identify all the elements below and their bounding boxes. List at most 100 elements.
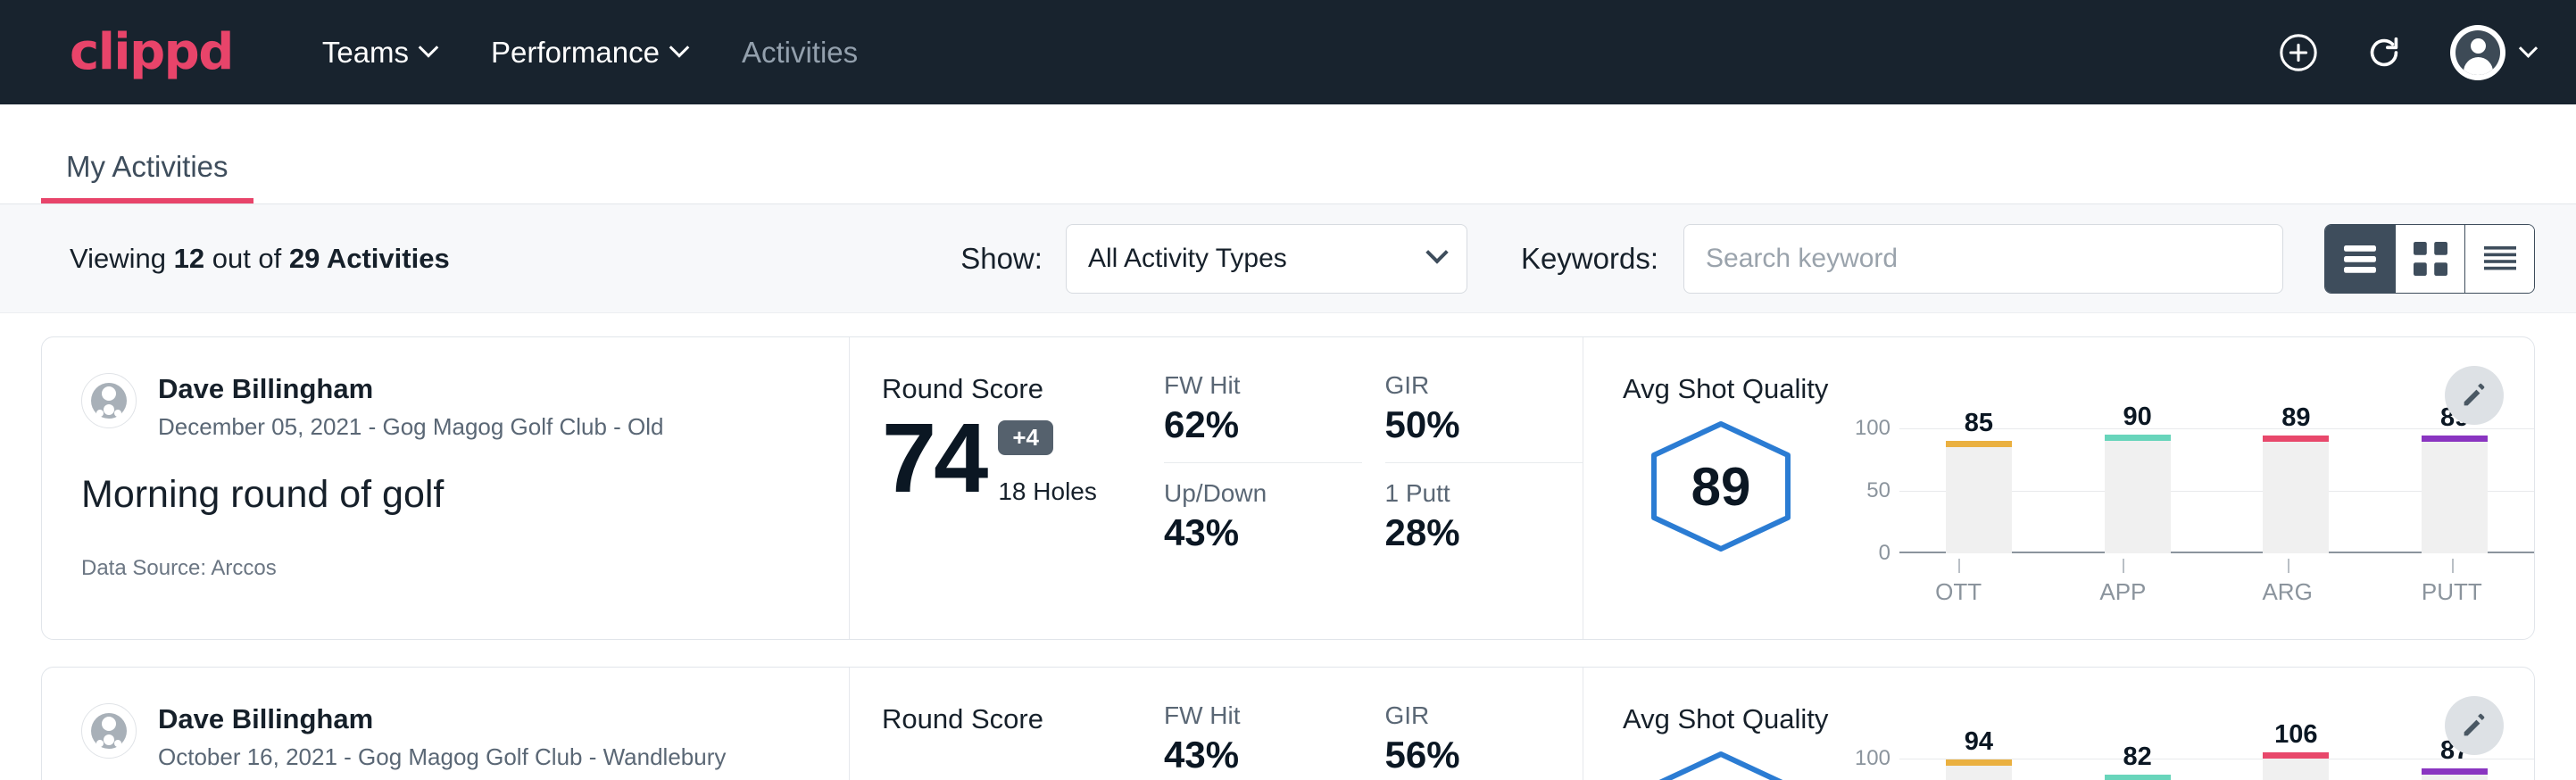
chart-x-axis-wrap: OTTAPPARGPUTT <box>1819 559 2534 606</box>
activity-data-source: Data Source: Arccos <box>81 556 810 581</box>
clippd-logo[interactable]: clippd <box>70 23 233 81</box>
chart-bar-value-label: 85 <box>1965 409 1993 438</box>
view-mode-grid-button[interactable] <box>2395 225 2464 293</box>
avg-shot-quality-body: 100 50 0 948210687 OTTAPPARGPUTT <box>1623 744 2534 780</box>
avg-shot-quality-label: Avg Shot Quality <box>1623 373 2534 405</box>
chart-bar <box>1946 766 2012 780</box>
activity-card[interactable]: Dave Billingham October 16, 2021 - Gog M… <box>41 667 2535 780</box>
chart-x-tick-label: PUTT <box>2370 559 2534 606</box>
chart-bar-cell: 82 <box>2058 759 2217 780</box>
avatar <box>81 703 137 759</box>
activity-author-name: Dave Billingham <box>158 373 664 405</box>
pencil-icon <box>2459 710 2489 741</box>
hexagon-badge: 89 <box>1645 419 1797 553</box>
activity-type-select[interactable]: All Activity Types <box>1066 224 1467 294</box>
chart-bar-cell: 94 <box>1899 759 2058 780</box>
chart-bars: 948210687 <box>1899 759 2534 780</box>
stat-1-putt-label: 1 Putt <box>1385 479 1548 508</box>
activity-type-select-value: All Activity Types <box>1088 244 1429 274</box>
search-input[interactable] <box>1683 224 2283 294</box>
y-tick-100: 100 <box>1855 416 1890 441</box>
activity-meta: December 05, 2021 - Gog Magog Golf Club … <box>158 413 664 441</box>
chart-bar-cap <box>2422 768 2488 775</box>
account-avatar-icon <box>2456 30 2500 75</box>
chart-bar-cell: 106 <box>2217 759 2376 780</box>
chart-bar-cap <box>2105 435 2171 441</box>
shot-quality-chart-container: 100 50 0 85908989 OTTAPPARGPUTT <box>1819 414 2534 606</box>
edit-activity-button[interactable] <box>2445 366 2504 425</box>
list-compact-icon <box>2342 244 2378 274</box>
chart-bar-cap <box>2263 752 2329 759</box>
round-score-side: +4 18 Holes <box>998 420 1097 506</box>
chart-y-axis: 100 50 0 <box>1842 759 1899 780</box>
viewing-prefix: Viewing <box>70 243 174 274</box>
avg-shot-quality-section: Avg Shot Quality 100 50 <box>1583 668 2534 780</box>
avatar <box>81 373 137 428</box>
stat-fw-hit-label: FW Hit <box>1164 701 1326 730</box>
activity-card-summary: Dave Billingham October 16, 2021 - Gog M… <box>42 668 850 780</box>
activity-author-text: Dave Billingham December 05, 2021 - Gog … <box>158 373 664 441</box>
stat-up-down-label: Up/Down <box>1164 479 1326 508</box>
shot-quality-chart-container: 100 50 0 948210687 OTTAPPARGPUTT <box>1819 744 2534 780</box>
nav-item-activities[interactable]: Activities <box>742 36 858 70</box>
show-label: Show: <box>960 242 1043 276</box>
chart-bar-cell: 85 <box>1899 428 2058 553</box>
round-score-row: 74 +4 18 Holes <box>882 412 1164 506</box>
chart-bar <box>2422 442 2488 553</box>
nav-item-teams[interactable]: Teams <box>322 36 436 70</box>
activity-author: Dave Billingham October 16, 2021 - Gog M… <box>81 703 810 771</box>
chart-bar-value-label: 89 <box>2281 403 2310 433</box>
filter-toolbar: Viewing 12 out of 29 Activities Show: Al… <box>0 204 2576 313</box>
add-button[interactable] <box>2273 28 2323 78</box>
chart-bar-cap <box>1946 759 2012 766</box>
pencil-icon <box>2459 380 2489 411</box>
keywords-label: Keywords: <box>1521 242 1658 276</box>
chart-bar <box>2263 442 2329 553</box>
hexagon-badge <box>1645 750 1797 780</box>
stat-up-down-value: 43% <box>1164 511 1326 554</box>
activity-author: Dave Billingham December 05, 2021 - Gog … <box>81 373 810 441</box>
round-score-label: Round Score <box>882 703 1164 735</box>
stat-up-down: Up/Down 43% <box>1164 479 1362 554</box>
shot-quality-bar-chart: 100 50 0 85908989 <box>1819 414 2534 553</box>
account-avatar[interactable] <box>2450 25 2505 80</box>
chart-bar-cap <box>2105 775 2171 780</box>
view-mode-list-detailed-button[interactable] <box>2464 225 2534 293</box>
chart-bar-cell: 90 <box>2058 428 2217 553</box>
chart-bar-cell: 89 <box>2217 428 2376 553</box>
avg-shot-quality-section: Avg Shot Quality 89 100 50 <box>1583 337 2534 639</box>
round-holes-label: 18 Holes <box>998 477 1097 506</box>
chart-bar-value-label: 90 <box>2123 402 2151 432</box>
chart-bar-cap <box>2422 436 2488 442</box>
round-stats-grid: FW Hit 62% GIR 50% Up/Down 43% 1 Putt 28… <box>1164 337 1583 639</box>
stat-1-putt: 1 Putt 28% <box>1385 479 1583 554</box>
chart-x-axis: OTTAPPARGPUTT <box>1876 559 2534 606</box>
tab-my-activities[interactable]: My Activities <box>41 150 253 203</box>
chart-x-tick-mark <box>1958 559 1960 573</box>
activity-card-summary: Dave Billingham December 05, 2021 - Gog … <box>42 337 850 639</box>
edit-activity-button[interactable] <box>2445 696 2504 755</box>
refresh-button[interactable] <box>2359 28 2409 78</box>
chart-bar-value-label: 106 <box>2274 720 2317 750</box>
list-detailed-icon <box>2482 244 2518 274</box>
activity-meta: October 16, 2021 - Gog Magog Golf Club -… <box>158 743 726 771</box>
view-mode-list-compact-button[interactable] <box>2325 225 2395 293</box>
chart-plot-area: 85908989 <box>1899 428 2534 553</box>
chart-bar-cap <box>1946 441 2012 447</box>
round-score-section: Round Score 74 +4 18 Holes <box>850 337 1164 639</box>
stat-fw-hit: FW Hit 62% <box>1164 371 1362 463</box>
chart-x-tick-mark <box>2452 559 2454 573</box>
account-chevron-down-icon[interactable] <box>2519 39 2538 58</box>
nav-item-activities-label: Activities <box>742 36 858 70</box>
viewing-count-text: Viewing 12 out of 29 Activities <box>70 243 450 275</box>
chart-y-axis: 100 50 0 <box>1842 428 1899 553</box>
nav-item-performance[interactable]: Performance <box>491 36 686 70</box>
activity-card[interactable]: Dave Billingham December 05, 2021 - Gog … <box>41 336 2535 640</box>
viewing-count: 12 <box>174 243 204 274</box>
nav-item-performance-label: Performance <box>491 36 660 70</box>
viewing-mid: out of <box>204 243 289 274</box>
chart-bar <box>1946 447 2012 553</box>
chevron-down-icon <box>669 37 690 58</box>
avg-shot-quality-body: 89 100 50 0 85908989 <box>1623 414 2534 606</box>
grid-icon <box>2414 242 2447 276</box>
